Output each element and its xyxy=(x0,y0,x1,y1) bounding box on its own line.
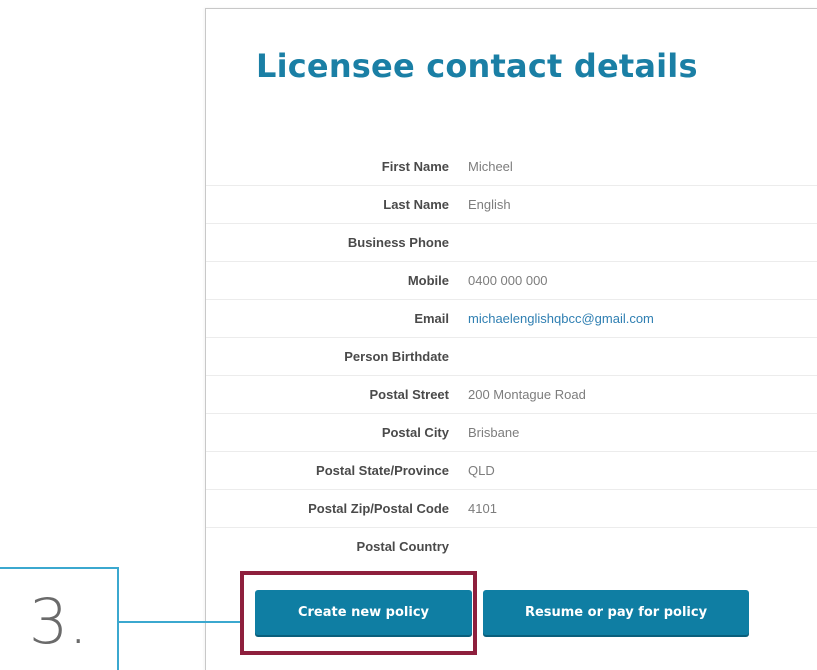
detail-row-postal-state: Postal State/Province QLD xyxy=(206,452,817,490)
detail-label: Last Name xyxy=(383,197,449,212)
detail-label: First Name xyxy=(381,159,449,174)
detail-label: Email xyxy=(414,311,449,326)
detail-label: Business Phone xyxy=(347,235,449,250)
detail-label: Postal Zip/Postal Code xyxy=(308,501,449,516)
step-number: 3. xyxy=(28,585,89,658)
detail-row-birthdate: Person Birthdate xyxy=(206,338,817,376)
highlight-box xyxy=(240,571,477,655)
detail-row-email: Email michaelenglishqbcc@gmail.com xyxy=(206,300,817,338)
detail-label: Person Birthdate xyxy=(344,349,449,364)
detail-row-postal-street: Postal Street 200 Montague Road xyxy=(206,376,817,414)
detail-label: Postal City xyxy=(381,425,449,440)
detail-row-first-name: First Name Micheel xyxy=(206,148,817,186)
tutorial-screenshot: Licensee contact details First Name Mich… xyxy=(0,0,817,670)
detail-label: Postal State/Province xyxy=(316,463,449,478)
detail-label: Mobile xyxy=(407,273,449,288)
detail-value: 200 Montague Road xyxy=(468,387,586,402)
details-table: First Name Micheel Last Name English Bus… xyxy=(206,148,817,565)
callout-connector-line xyxy=(119,621,240,623)
detail-value: 4101 xyxy=(468,501,497,516)
detail-value: English xyxy=(468,197,511,212)
detail-row-business-phone: Business Phone xyxy=(206,224,817,262)
detail-value: QLD xyxy=(468,463,495,478)
detail-row-postal-city: Postal City Brisbane xyxy=(206,414,817,452)
detail-row-postal-country: Postal Country xyxy=(206,528,817,565)
detail-label: Postal Country xyxy=(356,539,449,554)
detail-value: 0400 000 000 xyxy=(468,273,548,288)
resume-or-pay-policy-button[interactable]: Resume or pay for policy xyxy=(483,590,749,635)
email-link[interactable]: michaelenglishqbcc@gmail.com xyxy=(449,311,654,326)
detail-label: Postal Street xyxy=(369,387,449,402)
detail-value: Brisbane xyxy=(468,425,520,440)
detail-row-postal-code: Postal Zip/Postal Code 4101 xyxy=(206,490,817,528)
detail-row-mobile: Mobile 0400 000 000 xyxy=(206,262,817,300)
detail-value: Micheel xyxy=(468,159,513,174)
detail-row-last-name: Last Name English xyxy=(206,186,817,224)
page-title: Licensee contact details xyxy=(256,47,698,85)
